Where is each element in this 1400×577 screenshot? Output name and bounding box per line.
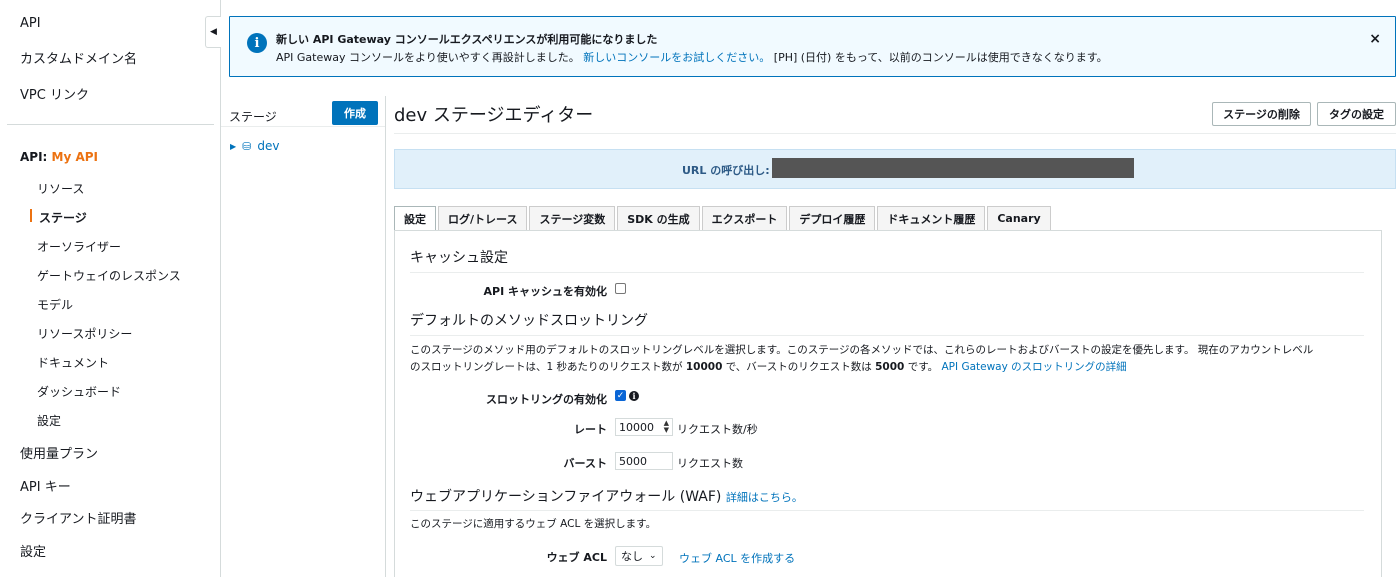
nav-item-api[interactable]: API <box>20 16 41 31</box>
tab-canary[interactable]: Canary <box>987 206 1051 230</box>
create-stage-button[interactable]: 作成 <box>332 101 378 125</box>
nav-sub-settings[interactable]: 設定 <box>37 412 61 429</box>
stage-tree-item-dev[interactable]: ▶ ⛁ dev <box>230 139 279 153</box>
rate-unit: リクエスト数/秒 <box>677 423 758 436</box>
nav-sub-gateway-responses[interactable]: ゲートウェイのレスポンス <box>37 267 181 284</box>
left-navigation: API カスタムドメイン名 VPC リンク API: My API リソース ス… <box>0 0 221 577</box>
nav-sub-authorizers[interactable]: オーソライザー <box>37 238 121 255</box>
info-icon: i <box>247 33 267 53</box>
invoke-url-box: URL の呼び出し: <box>394 149 1396 189</box>
caret-right-icon[interactable]: ▶ <box>230 142 236 151</box>
stage-icon: ⛁ <box>242 139 252 153</box>
invoke-url-label: URL の呼び出し: <box>682 164 770 177</box>
tab-stage-variables[interactable]: ステージ変数 <box>529 206 616 230</box>
nav-item-api-keys[interactable]: API キー <box>20 476 71 495</box>
chevron-down-icon: ⌄ <box>649 551 657 561</box>
nav-item-vpc-link[interactable]: VPC リンク <box>20 84 89 103</box>
rate-input[interactable]: 10000 ▲ ▼ <box>615 418 673 436</box>
nav-sub-stages[interactable]: ステージ <box>39 209 87 226</box>
burst-input[interactable]: 5000 <box>615 452 673 470</box>
web-acl-label: ウェブ ACL <box>546 551 607 564</box>
tab-export[interactable]: エクスポート <box>701 206 788 230</box>
stage-list-panel: ステージ 作成 ▶ ⛁ dev <box>221 96 386 577</box>
nav-sub-resource-policy[interactable]: リソースポリシー <box>37 325 132 342</box>
cache-enable-checkbox[interactable] <box>615 283 626 294</box>
waf-learn-more-link[interactable]: 詳細はこちら。 <box>726 491 803 504</box>
rate-label: レート <box>574 423 607 436</box>
nav-sub-resources[interactable]: リソース <box>37 180 84 197</box>
delete-stage-button[interactable]: ステージの削除 <box>1212 102 1311 126</box>
web-acl-select[interactable]: なし ⌄ <box>615 546 663 566</box>
stepper-icon[interactable]: ▲ ▼ <box>664 420 669 434</box>
throttling-enable-label: スロットリングの有効化 <box>486 393 607 406</box>
api-heading[interactable]: API: My API <box>20 150 98 164</box>
tab-deployment-history[interactable]: デプロイ履歴 <box>789 206 876 230</box>
info-icon[interactable]: i <box>629 391 639 401</box>
stage-name[interactable]: dev <box>257 139 279 153</box>
divider <box>221 126 385 127</box>
divider <box>410 272 1364 273</box>
tab-documentation-history[interactable]: ドキュメント履歴 <box>877 206 986 230</box>
throttling-description: このステージのメソッド用のデフォルトのスロットリングレベルを選択します。このステ… <box>410 344 1314 373</box>
tab-settings[interactable]: 設定 <box>394 206 436 231</box>
invoke-url-redacted[interactable] <box>772 158 1134 178</box>
stage-list-label: ステージ <box>229 110 277 124</box>
waf-heading: ウェブアプリケーションファイアウォール (WAF) 詳細はこちら。 <box>410 489 803 505</box>
stage-editor-tabs: 設定 ログ/トレース ステージ変数 SDK の生成 エクスポート デプロイ履歴 … <box>394 206 1053 231</box>
api-name: My API <box>51 150 99 164</box>
nav-sub-dashboard[interactable]: ダッシュボード <box>37 383 121 400</box>
burst-unit: リクエスト数 <box>677 457 743 470</box>
nav-item-client-certs[interactable]: クライアント証明書 <box>20 508 136 527</box>
banner-text: API Gateway コンソールをより使いやすく再設計しました。 新しいコンソ… <box>276 51 1108 64</box>
nav-sub-documentation[interactable]: ドキュメント <box>37 354 109 371</box>
tab-logs-tracing[interactable]: ログ/トレース <box>438 206 528 230</box>
burst-label: バースト <box>563 457 607 470</box>
divider <box>410 510 1364 511</box>
new-console-banner: i 新しい API Gateway コンソールエクスペリエンスが利用可能になりま… <box>229 16 1396 77</box>
page-title: dev ステージエディター <box>394 105 594 126</box>
active-indicator <box>30 209 32 222</box>
divider <box>394 133 1396 134</box>
collapse-nav-button[interactable]: ◀ <box>205 16 221 48</box>
divider <box>410 335 1364 336</box>
throttling-docs-link[interactable]: API Gateway のスロットリングの詳細 <box>942 361 1127 373</box>
banner-title: 新しい API Gateway コンソールエクスペリエンスが利用可能になりました <box>276 33 658 46</box>
set-tags-button[interactable]: タグの設定 <box>1317 102 1396 126</box>
nav-sub-models[interactable]: モデル <box>37 296 73 313</box>
nav-item-usage-plans[interactable]: 使用量プラン <box>20 443 98 462</box>
nav-item-custom-domain[interactable]: カスタムドメイン名 <box>20 48 137 67</box>
caret-left-icon: ◀ <box>210 27 217 37</box>
waf-description: このステージに適用するウェブ ACL を選択します。 <box>410 518 657 530</box>
nav-divider <box>7 124 214 125</box>
throttling-enable-checkbox[interactable]: ✓ <box>615 390 626 401</box>
throttling-heading: デフォルトのメソッドスロットリング <box>410 313 648 329</box>
nav-item-settings[interactable]: 設定 <box>20 541 46 560</box>
close-icon[interactable]: × <box>1369 31 1381 47</box>
try-new-console-link[interactable]: 新しいコンソールをお試しください。 <box>583 51 770 64</box>
tab-sdk-generation[interactable]: SDK の生成 <box>617 206 700 230</box>
cache-heading: キャッシュ設定 <box>410 250 508 266</box>
cache-enable-label: API キャッシュを有効化 <box>483 285 608 298</box>
create-web-acl-link[interactable]: ウェブ ACL を作成する <box>679 550 795 566</box>
